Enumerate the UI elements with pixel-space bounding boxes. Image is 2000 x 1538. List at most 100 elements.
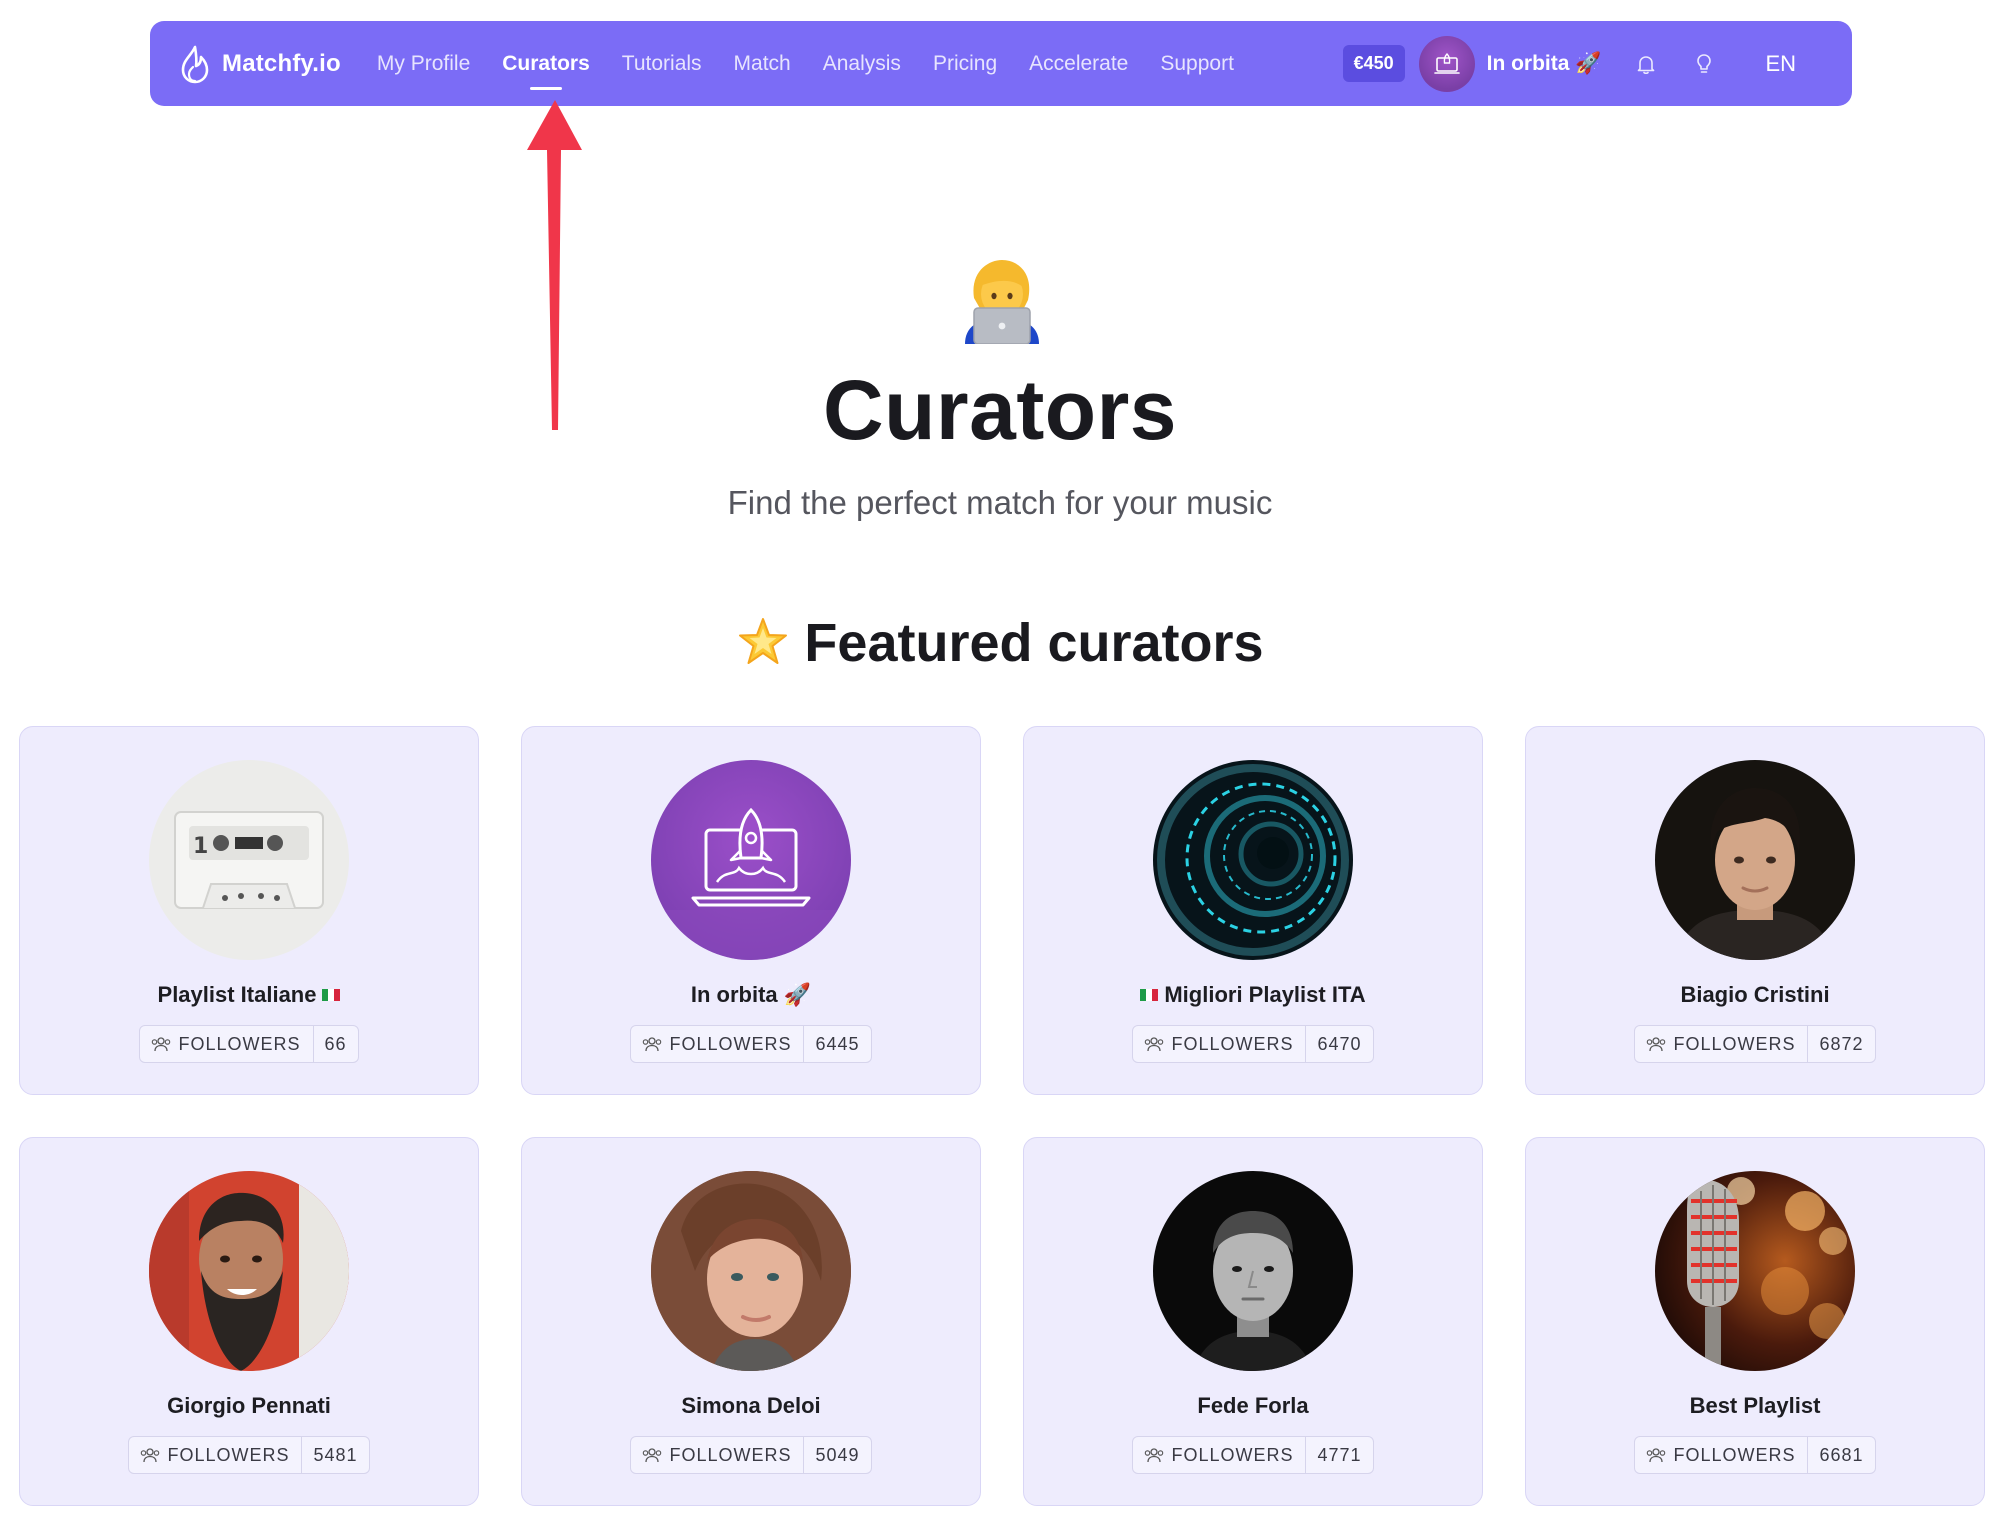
nav-link-accelerate[interactable]: Accelerate	[1029, 52, 1128, 76]
italy-flag-icon	[1140, 989, 1159, 1001]
user-name[interactable]: In orbita 🚀	[1487, 52, 1602, 76]
users-icon	[1145, 1037, 1164, 1052]
curator-name: Playlist Italiane	[158, 982, 341, 1008]
users-icon	[1647, 1037, 1666, 1052]
featured-title: Featured curators	[804, 613, 1264, 673]
rocket-laptop-avatar-icon	[651, 760, 851, 960]
followers-badge: FOLLOWERS 4771	[1132, 1436, 1374, 1474]
tips-button[interactable]	[1681, 41, 1727, 87]
followers-count: 6470	[1317, 1033, 1362, 1054]
featured-heading: Featured curators	[0, 612, 2000, 674]
curator-avatar: 1	[149, 760, 349, 960]
curator-avatar	[651, 1171, 851, 1371]
nav-links: My Profile Curators Tutorials Match Anal…	[377, 52, 1234, 76]
users-icon	[1145, 1448, 1164, 1463]
portrait-image-icon	[651, 1171, 851, 1371]
curator-card[interactable]: Biagio Cristini FOLLOWERS 6872	[1525, 726, 1985, 1095]
curator-card[interactable]: Simona Deloi FOLLOWERS 5049	[521, 1137, 981, 1506]
followers-count: 4771	[1317, 1444, 1362, 1465]
users-icon	[141, 1448, 160, 1463]
followers-badge: FOLLOWERS 66	[139, 1025, 359, 1063]
rocket-laptop-icon	[1433, 52, 1460, 74]
curator-card[interactable]: Best Playlist FOLLOWERS 6681	[1525, 1137, 1985, 1506]
user-avatar[interactable]	[1418, 35, 1475, 92]
nav-right: €450 In orbita 🚀 EN	[1342, 35, 1824, 92]
curator-name: Migliori Playlist ITA	[1140, 982, 1366, 1008]
followers-label-text: FOLLOWERS	[1171, 1444, 1294, 1465]
cassette-image-icon: 1	[149, 760, 349, 960]
followers-label-text: FOLLOWERS	[1673, 1033, 1796, 1054]
nav-link-tutorials[interactable]: Tutorials	[622, 52, 702, 76]
curator-card[interactable]: In orbita 🚀 FOLLOWERS 6445	[521, 726, 981, 1095]
followers-label-text: FOLLOWERS	[1673, 1444, 1796, 1465]
portrait-image-icon	[1655, 760, 1855, 960]
curator-name-text: Playlist Italiane	[157, 982, 317, 1007]
flame-logo-icon	[181, 45, 209, 83]
followers-label-text: FOLLOWERS	[669, 1033, 792, 1054]
tunnel-image-icon	[1153, 760, 1353, 960]
followers-label-text: FOLLOWERS	[669, 1444, 792, 1465]
curator-name-text: Biagio Cristini	[1680, 982, 1830, 1007]
followers-label-text: FOLLOWERS	[1171, 1033, 1294, 1054]
language-selector[interactable]: EN	[1765, 51, 1796, 77]
curator-name: Fede Forla	[1197, 1393, 1308, 1419]
followers-badge: FOLLOWERS 6872	[1634, 1025, 1876, 1063]
users-icon	[152, 1037, 171, 1052]
curator-name: Giorgio Pennati	[167, 1393, 331, 1419]
nav-link-curators[interactable]: Curators	[502, 52, 590, 76]
curator-card[interactable]: Migliori Playlist ITA FOLLOWERS 6470	[1023, 726, 1483, 1095]
nav-link-analysis[interactable]: Analysis	[823, 52, 901, 76]
curator-card[interactable]: 1 Playlist Italiane FOLLOWERS 66	[19, 726, 479, 1095]
curator-name-text: Giorgio Pennati	[167, 1393, 331, 1418]
curator-name-text: Best Playlist	[1689, 1393, 1821, 1418]
followers-label-text: FOLLOWERS	[167, 1444, 290, 1465]
notifications-button[interactable]	[1623, 41, 1669, 87]
curator-grid: 1 Playlist Italiane FOLLOWERS 66 In orbi…	[19, 726, 1985, 1506]
curator-avatar	[651, 760, 851, 960]
followers-label: FOLLOWERS	[140, 1026, 314, 1062]
nav-link-match[interactable]: Match	[734, 52, 791, 76]
curator-avatar	[149, 1171, 349, 1371]
curator-avatar	[1655, 1171, 1855, 1371]
curator-name-text: Simona Deloi	[681, 1393, 821, 1418]
followers-count: 5049	[815, 1444, 860, 1465]
users-icon	[1647, 1448, 1666, 1463]
nav-link-pricing[interactable]: Pricing	[933, 52, 997, 76]
curator-avatar	[1153, 760, 1353, 960]
woman-technologist-icon	[965, 260, 1039, 344]
followers-count: 66	[324, 1033, 347, 1054]
top-navbar: Matchfy.io My Profile Curators Tutorials…	[150, 21, 1852, 106]
svg-text:1: 1	[193, 834, 208, 859]
nav-link-my-profile[interactable]: My Profile	[377, 52, 470, 76]
microphone-image-icon	[1655, 1171, 1855, 1371]
curator-card[interactable]: Fede Forla FOLLOWERS 4771	[1023, 1137, 1483, 1506]
followers-count: 6445	[815, 1033, 860, 1054]
nav-link-support[interactable]: Support	[1160, 52, 1234, 76]
page-title: Curators	[822, 363, 1178, 457]
page-subtitle: Find the perfect match for your music	[727, 484, 1273, 521]
followers-badge: FOLLOWERS 5049	[630, 1436, 872, 1474]
curator-card[interactable]: Giorgio Pennati FOLLOWERS 5481	[19, 1137, 479, 1506]
glowing-star-icon	[739, 618, 788, 664]
credit-badge[interactable]: €450	[1342, 45, 1405, 82]
followers-label: FOLLOWERS	[1133, 1026, 1307, 1062]
lightbulb-icon	[1697, 53, 1712, 73]
followers-label: FOLLOWERS	[631, 1437, 805, 1473]
brand-name: Matchfy.io	[222, 49, 341, 77]
italy-flag-icon	[322, 989, 341, 1001]
portrait-image-icon	[1153, 1171, 1353, 1371]
portrait-image-icon	[149, 1171, 349, 1371]
curator-name-text: In orbita 🚀	[690, 982, 812, 1007]
followers-count: 6681	[1819, 1444, 1864, 1465]
curator-name-text: Fede Forla	[1197, 1393, 1309, 1418]
curator-name: In orbita 🚀	[691, 982, 811, 1008]
followers-label: FOLLOWERS	[129, 1437, 303, 1473]
bell-icon	[1638, 55, 1655, 74]
followers-count: 6872	[1819, 1033, 1864, 1054]
curator-avatar	[1153, 1171, 1353, 1371]
followers-label: FOLLOWERS	[1635, 1026, 1809, 1062]
followers-badge: FOLLOWERS 6445	[630, 1025, 872, 1063]
brand[interactable]: Matchfy.io	[178, 44, 341, 84]
followers-count: 5481	[313, 1444, 358, 1465]
followers-label: FOLLOWERS	[1635, 1437, 1809, 1473]
